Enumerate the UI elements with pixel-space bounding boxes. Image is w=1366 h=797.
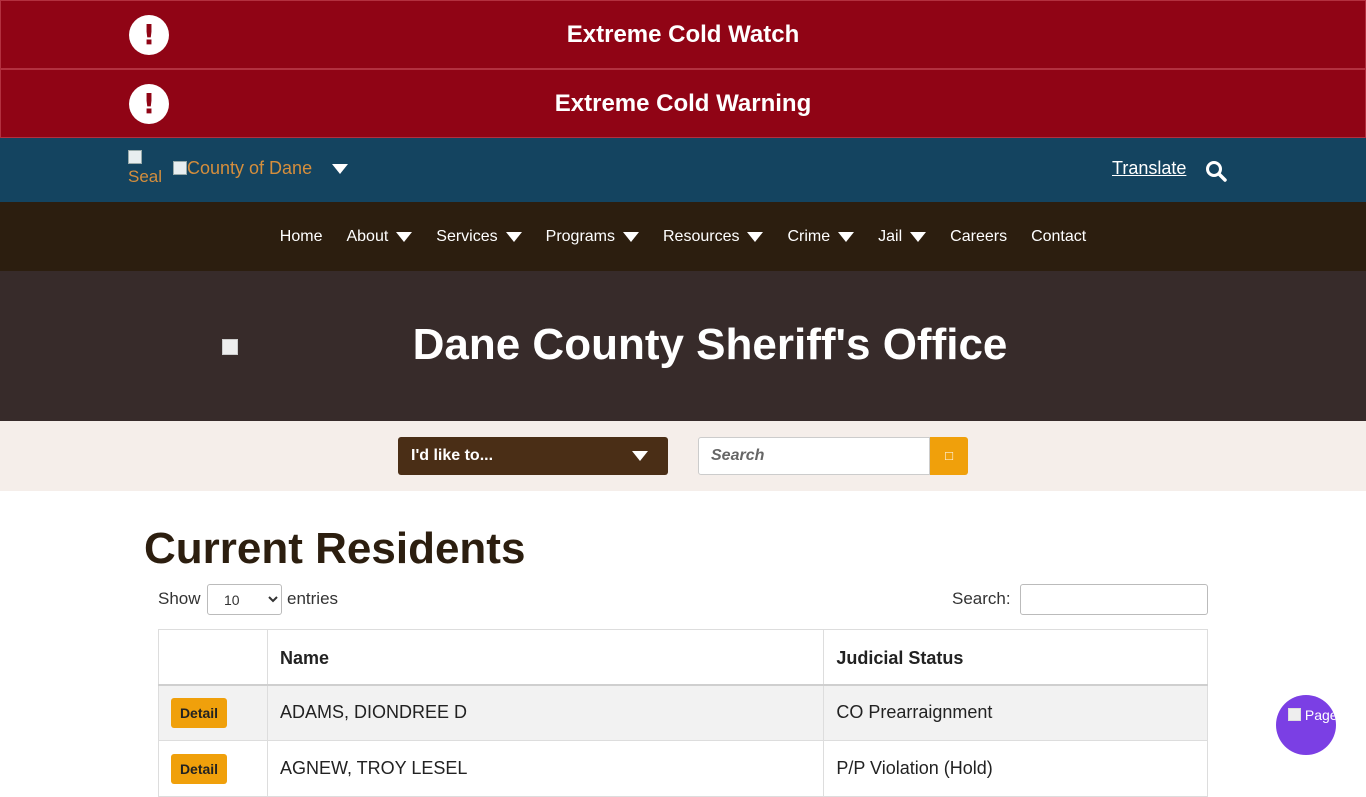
search-icon[interactable] xyxy=(1205,160,1227,182)
caret-down-icon xyxy=(747,231,764,242)
detail-button[interactable]: Detail xyxy=(171,753,227,784)
quick-action-bar xyxy=(0,421,1366,491)
page-personalization-button[interactable]: Page Personalization xyxy=(1276,695,1336,755)
nav-label: Jail xyxy=(878,227,903,245)
hero-banner: Dane County Sheriff's Office xyxy=(0,271,1366,421)
caret-down-icon xyxy=(396,231,413,242)
nav-item-services[interactable]: Services xyxy=(436,227,522,246)
caret-down-icon xyxy=(632,451,648,461)
nav-label: Resources xyxy=(663,227,740,245)
table-cell-status: P/P Violation (Hold) xyxy=(823,740,1208,797)
broken-image-icon xyxy=(173,161,187,175)
chevron-down-icon[interactable] xyxy=(332,164,348,174)
column-header-action[interactable] xyxy=(158,629,268,686)
seal-alt-text: Seal xyxy=(128,167,163,186)
table-header-row: Name Judicial Status xyxy=(158,629,1208,686)
column-header-judicial-status[interactable]: Judicial Status xyxy=(823,629,1208,686)
caret-down-icon xyxy=(838,231,855,242)
nav-items: Home About Services Programs Resources C… xyxy=(0,202,1366,271)
caret-down-icon xyxy=(623,231,639,242)
caret-down-icon xyxy=(505,231,522,242)
site-search-input[interactable] xyxy=(698,437,930,475)
caret-down-icon xyxy=(910,231,927,242)
logo-alt-text: County of Dane xyxy=(187,158,313,178)
search-button-glyph: □ xyxy=(945,448,953,463)
nav-item-about[interactable]: About xyxy=(346,227,413,246)
personalization-alt-text: Page Personalization xyxy=(1304,707,1336,723)
table-cell-action: Detail xyxy=(158,740,268,797)
table-cell-name: ADAMS, DIONDREE D xyxy=(266,684,825,741)
table-cell-action: Detail xyxy=(158,684,268,741)
broken-image-icon xyxy=(1288,708,1301,721)
nav-label: Contact xyxy=(1031,227,1087,245)
broken-image-icon xyxy=(128,150,142,164)
residents-table: Name Judicial Status Detail ADAMS, DIOND… xyxy=(158,629,1208,797)
alert-text: Extreme Cold Watch xyxy=(566,21,800,48)
nav-label: Programs xyxy=(545,227,615,245)
nav-item-careers[interactable]: Careers xyxy=(950,228,1007,246)
dropdown-label: I'd like to... xyxy=(411,447,494,464)
table-row: Detail AGNEW, TROY LESEL P/P Violation (… xyxy=(158,740,1208,797)
table-filter-input[interactable] xyxy=(1020,584,1208,615)
site-search-button[interactable]: □ xyxy=(930,437,968,475)
alert-text: Extreme Cold Warning xyxy=(554,90,812,117)
nav-label: About xyxy=(346,227,389,245)
section-heading: Current Residents xyxy=(144,524,526,573)
county-seal-image[interactable]: Seal xyxy=(128,150,166,190)
entries-length-select[interactable]: 10 xyxy=(207,584,282,615)
table-cell-status: CO Prearraignment xyxy=(823,684,1208,741)
i-like-to-dropdown[interactable]: I'd like to... xyxy=(398,437,668,475)
table-row: Detail ADAMS, DIONDREE D CO Prearraignme… xyxy=(158,684,1208,741)
nav-item-resources[interactable]: Resources xyxy=(663,227,764,246)
table-filter-label: Search: xyxy=(952,589,1011,608)
alert-banner-warning[interactable]: ! Extreme Cold Warning xyxy=(0,69,1366,138)
page-title: Dane County Sheriff's Office xyxy=(412,320,1008,369)
entries-length-suffix: entries xyxy=(287,589,339,608)
nav-item-contact[interactable]: Contact xyxy=(1031,228,1086,246)
nav-label: Crime xyxy=(787,227,831,245)
nav-item-crime[interactable]: Crime xyxy=(787,227,855,246)
nav-item-programs[interactable]: Programs xyxy=(546,228,639,246)
detail-button[interactable]: Detail xyxy=(171,697,227,728)
nav-label: Services xyxy=(436,227,498,245)
county-logo-link[interactable]: County of Dane xyxy=(173,158,312,179)
nav-item-home[interactable]: Home xyxy=(280,228,323,246)
column-header-name[interactable]: Name xyxy=(266,629,825,686)
main-navigation: Home About Services Programs Resources C… xyxy=(0,202,1366,271)
translate-link[interactable]: Translate xyxy=(1112,158,1186,179)
entries-length-label: Show xyxy=(158,589,201,608)
nav-label: Home xyxy=(279,227,323,245)
nav-item-jail[interactable]: Jail xyxy=(878,227,927,246)
table-cell-name: AGNEW, TROY LESEL xyxy=(266,740,825,797)
alert-banner-watch[interactable]: ! Extreme Cold Watch xyxy=(0,0,1366,69)
nav-label: Careers xyxy=(950,227,1008,245)
